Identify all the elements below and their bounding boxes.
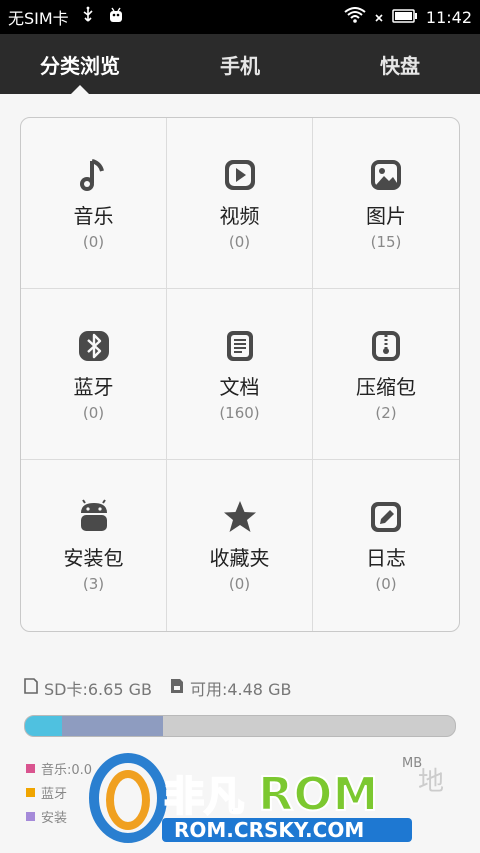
legend-item: 音乐:0.0 (26, 756, 466, 780)
tab-category-browse[interactable]: 分类浏览 (0, 34, 160, 94)
legend-label: 蓝牙 (41, 786, 68, 802)
document-icon (221, 327, 259, 365)
usage-segment-0 (25, 716, 62, 736)
sd-card-icon (24, 678, 38, 698)
active-tab-indicator (71, 85, 89, 94)
category-count: (15) (370, 232, 402, 251)
android-icon (75, 498, 113, 536)
storage-info: SD卡:6.65 GB 可用:4.48 GB (24, 676, 456, 700)
category-count: (0) (82, 232, 105, 251)
category-apk[interactable]: 安装包 (3) (21, 460, 167, 631)
legend-label: 音乐:0.0 (41, 762, 93, 778)
category-count: (3) (82, 575, 105, 593)
legend-label: 安装 (41, 810, 68, 826)
edit-icon (367, 498, 405, 536)
star-icon (221, 498, 259, 536)
carrier-label: 无SIM卡 (8, 9, 69, 28)
tab-kuaipan[interactable]: 快盘 (320, 34, 480, 94)
category-count: (0) (228, 575, 251, 593)
video-icon (221, 156, 259, 194)
tab-phone[interactable]: 手机 (160, 34, 320, 94)
category-count: (2) (375, 403, 397, 422)
clock: 11:42 (425, 7, 472, 27)
sd-capacity: SD卡:6.65 GB (44, 680, 152, 699)
usage-segment-1 (61, 716, 163, 736)
legend-swatch (26, 811, 35, 821)
category-label: 日志 (366, 546, 406, 570)
tab-label: 快盘 (380, 53, 420, 78)
wifi-icon (344, 7, 366, 27)
legend-item: 安装 (26, 804, 466, 828)
legend-size-unit: MB (402, 756, 423, 771)
category-label: 收藏夹 (209, 546, 270, 570)
category-log[interactable]: 日志 (0) (313, 460, 459, 631)
category-count: (0) (228, 232, 251, 251)
category-zip[interactable]: 压缩包 (2) (313, 289, 459, 460)
bluetooth-icon (75, 327, 113, 365)
category-label: 图片 (366, 203, 406, 228)
category-count: (0) (375, 575, 397, 593)
sd-available-icon (170, 678, 184, 698)
category-bluetooth[interactable]: 蓝牙 (0) (21, 289, 167, 460)
storage-legend: 音乐:0.0 蓝牙 安装 MB (26, 756, 466, 828)
tab-bar: 分类浏览 手机 快盘 (0, 34, 480, 94)
category-label: 视频 (219, 203, 260, 228)
category-count: (160) (219, 403, 260, 422)
music-icon (75, 156, 113, 194)
category-image[interactable]: 图片 (15) (313, 118, 459, 289)
usb-icon (81, 6, 95, 28)
tab-label: 手机 (220, 53, 260, 78)
status-bar: 无SIM卡 11:42 (0, 0, 480, 34)
image-icon (367, 156, 405, 194)
category-count: (0) (82, 403, 105, 422)
debug-icon (107, 6, 125, 28)
storage-usage-bar (24, 715, 456, 737)
legend-swatch (26, 763, 35, 773)
zip-icon (367, 327, 405, 365)
category-label: 文档 (219, 374, 260, 399)
category-grid: 音乐 (0) 视频 (0) 图片 (15) 蓝牙 (0) 文档 (160) 压缩… (20, 117, 460, 632)
category-favorites[interactable]: 收藏夹 (0) (167, 460, 313, 631)
category-label: 蓝牙 (73, 374, 114, 399)
category-music[interactable]: 音乐 (0) (21, 118, 167, 289)
category-label: 安装包 (63, 546, 124, 570)
legend-item: 蓝牙 (26, 780, 466, 804)
legend-swatch (26, 787, 35, 797)
category-label: 压缩包 (356, 374, 416, 399)
sd-available: 可用:4.48 GB (189, 680, 292, 699)
category-document[interactable]: 文档 (160) (167, 289, 313, 460)
no-signal-icon (374, 8, 384, 27)
category-video[interactable]: 视频 (0) (167, 118, 313, 289)
tab-label: 分类浏览 (40, 53, 120, 78)
battery-icon (392, 8, 418, 27)
category-label: 音乐 (73, 203, 114, 228)
